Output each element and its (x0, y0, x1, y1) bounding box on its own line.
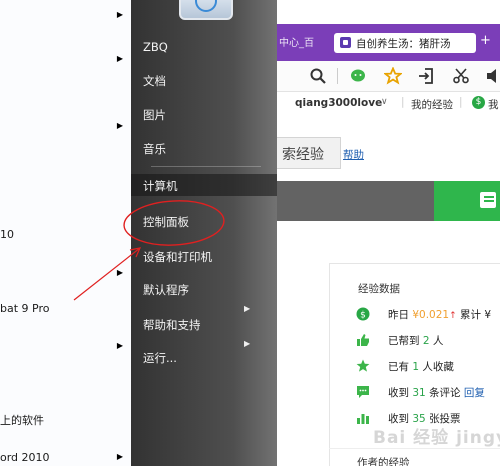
coin-icon: $ (356, 307, 370, 321)
start-menu-pane: ZBQ 文档 图片 音乐 计算机 控制面板 设备和打印机 默认程序 帮助和支持 … (131, 0, 277, 466)
program-item[interactable]: ▶ (0, 50, 131, 70)
thumb-up-icon (357, 334, 369, 346)
start-item-control-panel[interactable]: 控制面板 (143, 214, 189, 230)
program-item[interactable]: ▶ (0, 337, 131, 357)
arrow-right-icon: ▶ (244, 304, 251, 313)
bar-chart-icon (357, 414, 369, 424)
watermark: Bai 经验 jingyan (373, 428, 500, 448)
start-item-default-programs[interactable]: 默认程序 (143, 282, 189, 298)
comment-icon (357, 386, 369, 398)
author-experience-heading: 作者的经验 (357, 457, 410, 466)
speaker-icon[interactable] (485, 67, 500, 85)
tab-active[interactable]: 自创养生汤：猪肝汤 (334, 33, 476, 53)
programs-list: ▶ ▶ ▶ 10 ▶ bat 9 Pro ▶ 上的软件 ord 2010 ▶ (0, 0, 131, 466)
favicon-icon (340, 37, 351, 48)
user-bar: qiang3000love ∨ | 我的经验 | $ 我 (277, 92, 500, 116)
divider (329, 448, 500, 449)
start-item-devices-printers[interactable]: 设备和打印机 (143, 249, 212, 265)
start-item-music[interactable]: 音乐 (143, 141, 166, 157)
star-icon (356, 359, 370, 372)
edit-icon (480, 192, 496, 208)
start-item-run[interactable]: 运行... (143, 350, 177, 366)
user-avatar[interactable] (179, 0, 233, 20)
menu-separator (151, 166, 261, 167)
write-experience-button[interactable] (434, 181, 500, 221)
login-icon[interactable] (417, 67, 435, 85)
username-link[interactable]: qiang3000love (295, 97, 382, 109)
me-link[interactable]: 我 (488, 97, 499, 112)
start-item-user[interactable]: ZBQ (143, 40, 168, 54)
start-item-help-support[interactable]: 帮助和支持 (143, 317, 201, 333)
arrow-right-icon: ▶ (116, 268, 123, 277)
program-item-word[interactable]: ord 2010 ▶ (0, 448, 131, 468)
arrow-right-icon: ▶ (116, 54, 123, 63)
avatar-ring-icon (195, 0, 217, 12)
divider: | (401, 96, 405, 108)
divider: | (459, 96, 463, 108)
tab-previous[interactable]: 中心_百 (279, 34, 314, 49)
help-link[interactable]: 帮助 (343, 147, 364, 162)
panel-title: 经验数据 (358, 283, 400, 295)
coin-icon: $ (472, 96, 485, 109)
svg-text:$: $ (360, 311, 366, 321)
search-experience-button[interactable]: 索经验 (277, 137, 341, 169)
reply-link[interactable]: 回复 (464, 387, 485, 399)
search-icon[interactable] (309, 67, 327, 85)
chevron-down-icon[interactable]: ∨ (381, 97, 388, 107)
toolbar-divider (337, 68, 338, 84)
scissors-icon[interactable] (452, 67, 470, 85)
program-item[interactable]: ▶ (0, 264, 131, 284)
new-tab-button[interactable]: + (480, 33, 491, 48)
star-icon[interactable] (384, 67, 402, 85)
program-item-software[interactable]: 上的软件 (0, 409, 131, 429)
nav-strip (277, 181, 500, 221)
arrow-right-icon: ▶ (116, 341, 123, 350)
arrow-up-icon: ↑ (449, 311, 457, 321)
chat-icon[interactable] (349, 67, 367, 85)
start-item-computer[interactable]: 计算机 (131, 174, 277, 196)
arrow-right-icon: ▶ (116, 452, 123, 461)
browser-window: 中心_百 自创养生汤：猪肝汤 + qiang3000love ∨ | 我的经验 … (277, 0, 500, 466)
start-item-pictures[interactable]: 图片 (143, 107, 166, 123)
arrow-right-icon: ▶ (116, 121, 123, 130)
program-item[interactable]: ▶ (0, 117, 131, 137)
arrow-right-icon: ▶ (116, 10, 123, 19)
program-item[interactable]: ▶ (0, 6, 131, 26)
program-item[interactable]: 10 (0, 225, 131, 245)
browser-toolbar (277, 61, 500, 92)
my-experience-link[interactable]: 我的经验 (411, 97, 453, 112)
start-item-documents[interactable]: 文档 (143, 73, 166, 89)
tab-bar: 中心_百 自创养生汤：猪肝汤 + (277, 24, 500, 61)
program-item-acrobat[interactable]: bat 9 Pro (0, 299, 131, 319)
arrow-right-icon: ▶ (244, 339, 251, 348)
